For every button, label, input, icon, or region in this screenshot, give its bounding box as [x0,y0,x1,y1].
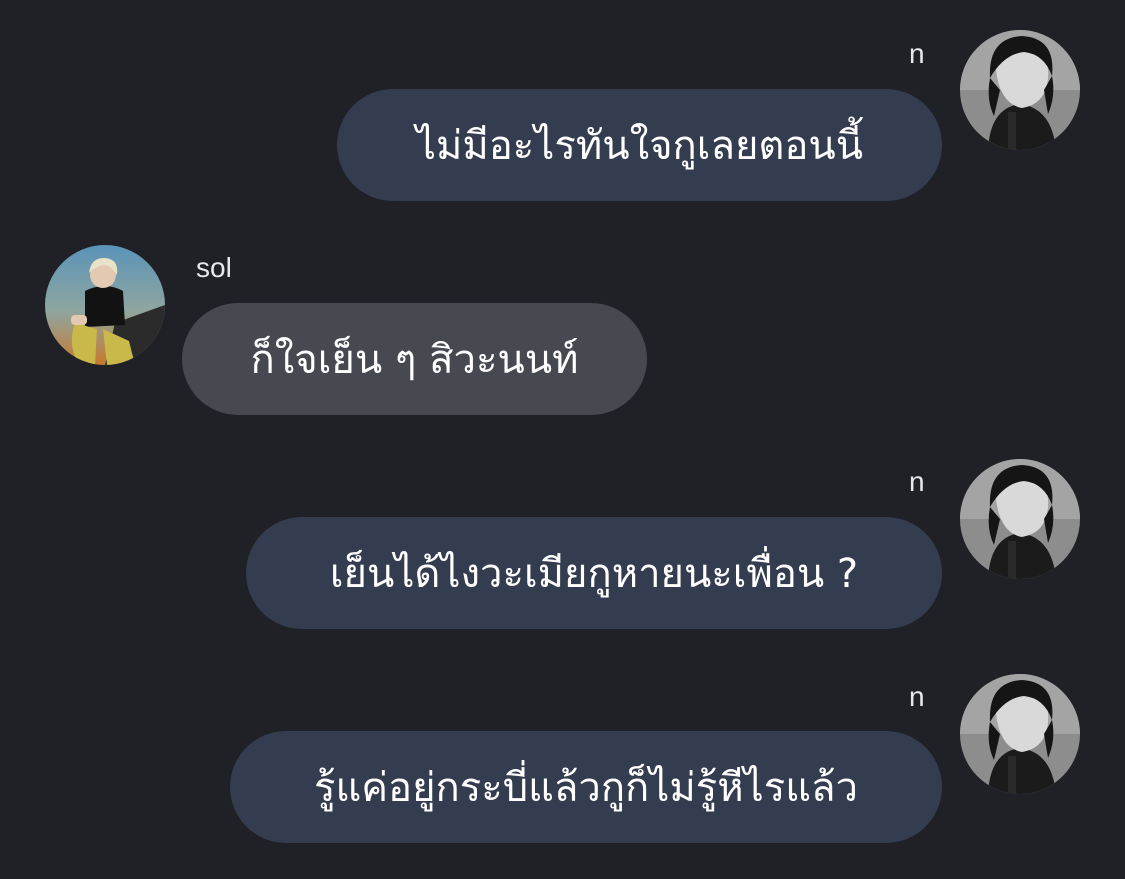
message-bubble[interactable]: ก็ใจเย็น ๆ สิวะนนท์ [182,303,647,415]
message-bubble[interactable]: รู้แค่อยู่กระบี่แล้วกูก็ไม่รู้หีไรแล้ว [230,731,942,843]
sender-name: sol [196,252,232,283]
avatar[interactable] [960,459,1080,579]
avatar-photo-icon [45,245,165,365]
sender-name: n [909,466,925,497]
message-bubble[interactable]: ไม่มีอะไรทันใจกูเลยตอนนี้ [337,89,942,201]
avatar[interactable] [960,30,1080,150]
avatar[interactable] [45,245,165,365]
avatar-photo-icon [960,459,1080,579]
avatar-photo-icon [960,30,1080,150]
avatar-photo-icon [960,674,1080,794]
sender-name: n [909,38,925,69]
avatar[interactable] [960,674,1080,794]
sender-name: n [909,681,925,712]
message-bubble[interactable]: เย็นได้ไงวะเมียกูหายนะเพื่อน ? [246,517,942,629]
